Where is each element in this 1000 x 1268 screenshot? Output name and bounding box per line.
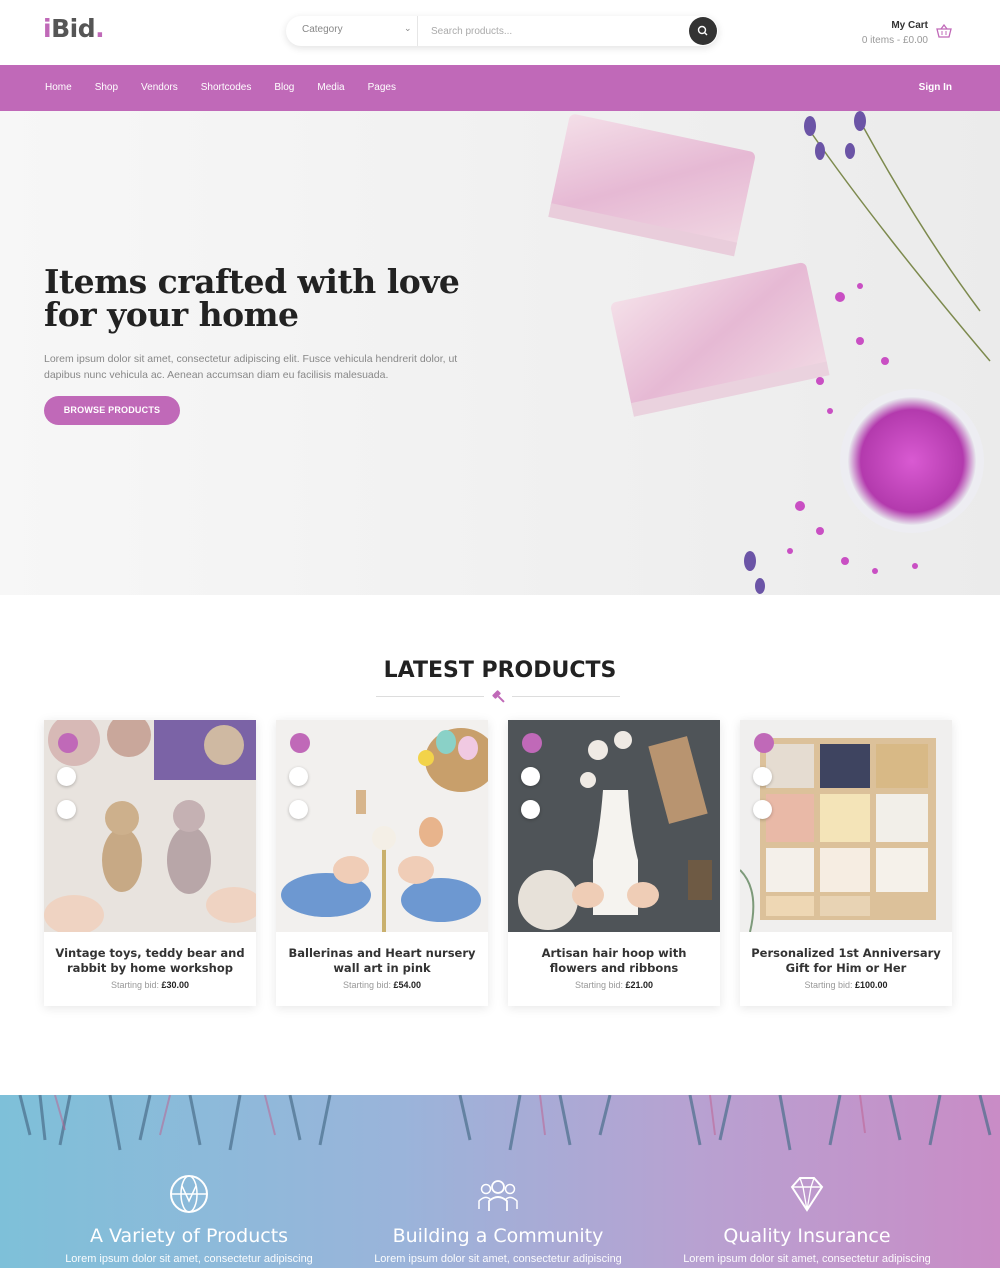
nav-item-media[interactable]: Media [317, 82, 344, 93]
feature-text: Lorem ipsum dolor sit amet, consectetur … [374, 1253, 622, 1265]
quick-view-icon[interactable] [289, 800, 308, 819]
features-band: A Variety of Products Lorem ipsum dolor … [0, 1095, 1000, 1268]
nav-item-shortcodes[interactable]: Shortcodes [201, 82, 252, 93]
hero-banner: Items crafted with love for your home Lo… [0, 111, 1000, 595]
bid-price: £30.00 [161, 980, 190, 990]
sign-in-link[interactable]: Sign In [919, 82, 952, 93]
bid-label: Starting bid: [110, 980, 159, 990]
quick-view-icon[interactable] [521, 800, 540, 819]
title-divider-left [376, 696, 484, 697]
feature-title: Building a Community [392, 1225, 604, 1247]
community-icon [478, 1180, 518, 1211]
quick-view-icon[interactable] [753, 800, 772, 819]
search-button[interactable] [689, 17, 717, 45]
wishlist-icon[interactable] [289, 767, 308, 786]
hero-title-line2: for your home [44, 295, 299, 334]
cart-summary: 0 items - £0.00 [861, 35, 928, 46]
product-name[interactable]: Vintage toys, teddy bear and rabbit by h… [52, 946, 248, 976]
search-divider [417, 16, 418, 46]
auction-badge [290, 733, 310, 753]
nav-item-blog[interactable]: Blog [274, 82, 294, 93]
palm-leaves-image [18, 1095, 992, 1151]
chevron-down-icon[interactable]: ⌄ [404, 23, 412, 34]
auction-badge [754, 733, 774, 753]
feature-title: A Variety of Products [89, 1225, 289, 1247]
hero-title: Items crafted with love for your home [44, 265, 460, 334]
gavel-icon [492, 690, 505, 703]
bid-label: Starting bid: [574, 980, 623, 990]
nav-item-shop[interactable]: Shop [95, 82, 118, 93]
quick-view-icon[interactable] [57, 800, 76, 819]
search-bar: Category ⌄ [286, 16, 718, 46]
product-bid: Starting bid: £30.00 [44, 980, 256, 990]
browse-products-button[interactable]: BROWSE PRODUCTS [44, 396, 180, 425]
hero-soap-image [548, 111, 991, 594]
product-bid: Starting bid: £21.00 [508, 980, 720, 990]
search-input[interactable] [431, 21, 681, 41]
auction-badge [522, 733, 542, 753]
wishlist-icon[interactable] [753, 767, 772, 786]
nav-item-vendors[interactable]: Vendors [141, 82, 178, 93]
site-header: iBid. Category ⌄ My Cart 0 items - £0.00 [0, 0, 1000, 65]
product-name[interactable]: Artisan hair hoop with flowers and ribbo… [516, 946, 712, 976]
product-card[interactable]: Personalized 1st Anniversary Gift for Hi… [740, 720, 952, 1006]
nav-item-home[interactable]: Home [45, 82, 72, 93]
bid-price: £54.00 [393, 980, 422, 990]
product-image[interactable] [276, 720, 488, 932]
auction-badge [58, 733, 78, 753]
hero-text: Lorem ipsum dolor sit amet, consectetur … [44, 353, 458, 381]
product-name[interactable]: Ballerinas and Heart nursery wall art in… [284, 946, 480, 976]
product-bid: Starting bid: £100.00 [740, 980, 952, 990]
main-nav: Home Shop Vendors Shortcodes Blog Media … [0, 65, 1000, 111]
product-card[interactable]: Artisan hair hoop with flowers and ribbo… [508, 720, 720, 1006]
product-image[interactable] [508, 720, 720, 932]
bid-price: £21.00 [625, 980, 654, 990]
product-name[interactable]: Personalized 1st Anniversary Gift for Hi… [748, 946, 944, 976]
product-image[interactable] [44, 720, 256, 932]
product-card[interactable]: Ballerinas and Heart nursery wall art in… [276, 720, 488, 1006]
nav-item-pages[interactable]: Pages [368, 82, 396, 93]
product-card[interactable]: Vintage toys, teddy bear and rabbit by h… [44, 720, 256, 1006]
wishlist-icon[interactable] [521, 767, 540, 786]
bid-label: Starting bid: [342, 980, 391, 990]
search-icon [697, 25, 708, 36]
feature-text: Lorem ipsum dolor sit amet, consectetur … [65, 1253, 313, 1265]
bid-label: Starting bid: [804, 980, 853, 990]
globe-icon [170, 1175, 208, 1213]
product-bid: Starting bid: £54.00 [276, 980, 488, 990]
bid-price: £100.00 [855, 980, 888, 990]
wishlist-icon[interactable] [57, 767, 76, 786]
latest-products-title: LATEST PRODUCTS [383, 658, 617, 683]
basket-icon[interactable] [936, 24, 952, 38]
product-image[interactable] [740, 720, 952, 932]
site-logo[interactable]: iBid. [43, 14, 105, 43]
category-select[interactable]: Category [302, 24, 343, 35]
diamond-icon [790, 1177, 824, 1212]
cart-title: My Cart [891, 20, 928, 31]
feature-title: Quality Insurance [723, 1225, 891, 1247]
feature-text: Lorem ipsum dolor sit amet, consectetur … [683, 1253, 931, 1265]
title-divider-right [512, 696, 620, 697]
